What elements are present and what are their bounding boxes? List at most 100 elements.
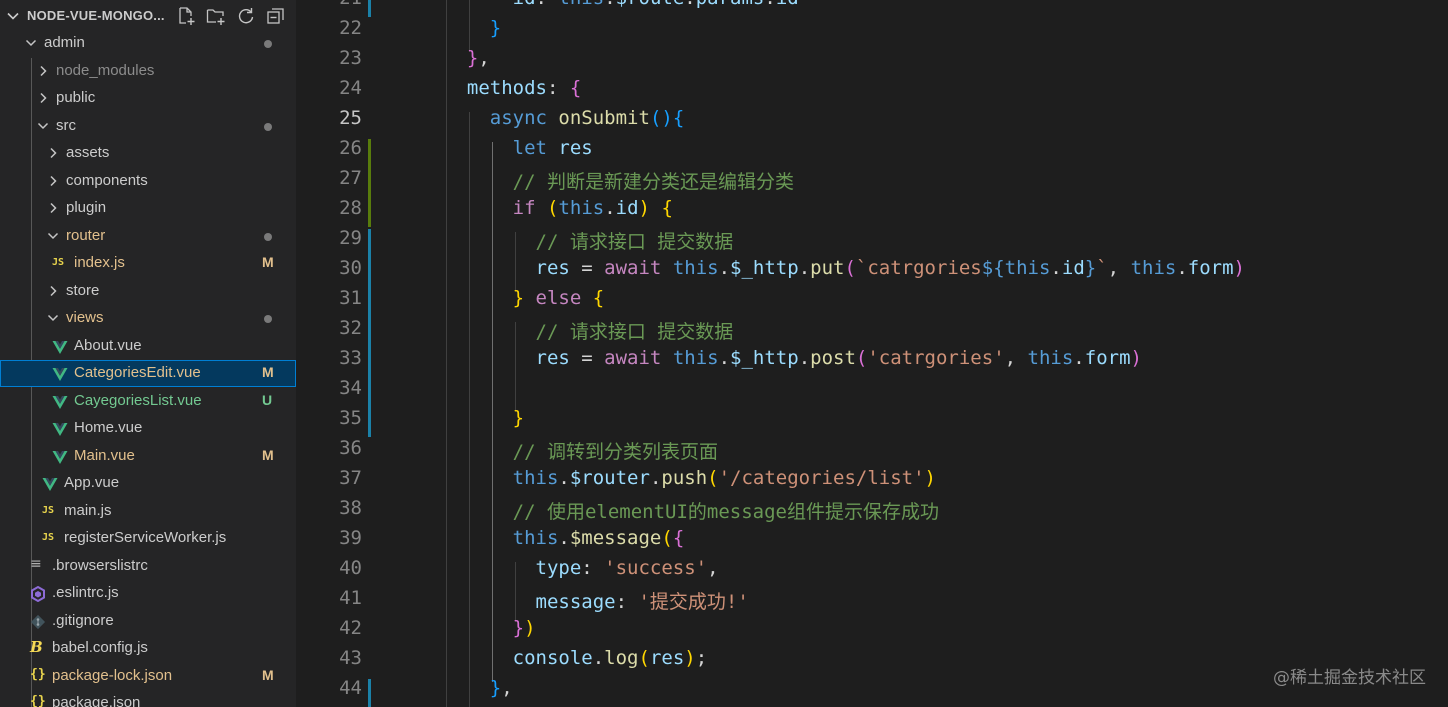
code-line[interactable]: } bbox=[444, 17, 501, 39]
tree-item-router[interactable]: router bbox=[0, 223, 296, 250]
code-token: . bbox=[764, 0, 775, 9]
tree-item-cayegorieslist-vue[interactable]: CayegoriesList.vue U bbox=[0, 388, 296, 415]
new-folder-icon[interactable] bbox=[206, 6, 226, 26]
json-file-icon: {} bbox=[30, 694, 46, 707]
code-token: ( bbox=[638, 647, 650, 669]
code-line[interactable]: message: '提交成功!' bbox=[444, 587, 749, 614]
code-line[interactable]: res = await this.$_http.post('catrgories… bbox=[444, 347, 1142, 369]
code-token: ( bbox=[844, 257, 856, 279]
code-token: put bbox=[810, 257, 845, 279]
tree-item-registerserviceworker-js[interactable]: JS registerServiceWorker.js bbox=[0, 525, 296, 552]
code-token: await bbox=[604, 347, 662, 369]
tree-item-views[interactable]: views bbox=[0, 305, 296, 332]
tree-item-label: src bbox=[56, 116, 76, 134]
tree-item-label: index.js bbox=[74, 254, 125, 271]
code-editor[interactable]: 21 22 23 24 25 26 27 28 29 30 31 32 33 34 35 36 37 38 39 40… bbox=[296, 0, 1448, 707]
git-change-marker bbox=[368, 0, 371, 17]
code-token: '提交成功!' bbox=[638, 591, 749, 613]
code-token: . bbox=[718, 347, 731, 369]
tree-item-package-lock-json[interactable]: {} package-lock.json M bbox=[0, 663, 296, 690]
code-token: } bbox=[489, 677, 502, 699]
code-line[interactable]: // 请求接口 提交数据 bbox=[444, 317, 734, 344]
tree-item-store[interactable]: store bbox=[0, 278, 296, 305]
code-line[interactable]: } bbox=[444, 407, 524, 429]
tree-item-src[interactable]: src bbox=[0, 113, 296, 140]
tree-item-components[interactable]: components bbox=[0, 168, 296, 195]
tree-item-index-js[interactable]: JS index.js M bbox=[0, 250, 296, 277]
code-token: this bbox=[1027, 347, 1074, 369]
new-file-icon[interactable] bbox=[176, 6, 196, 26]
chevron-down-icon[interactable] bbox=[6, 9, 20, 23]
chevron-right-icon[interactable] bbox=[46, 174, 60, 188]
line-number: 38 bbox=[339, 497, 362, 519]
tree-item-main-vue[interactable]: Main.vue M bbox=[0, 443, 296, 470]
code-token: this bbox=[672, 347, 719, 369]
chevron-down-icon[interactable] bbox=[24, 36, 38, 50]
code-token: // 请求接口 提交数据 bbox=[535, 321, 734, 343]
chevron-down-icon[interactable] bbox=[46, 311, 60, 325]
code-token: id bbox=[615, 197, 639, 219]
code-token: ) bbox=[638, 197, 650, 219]
code-line[interactable]: if (this.id) { bbox=[444, 197, 673, 219]
chevron-right-icon[interactable] bbox=[46, 284, 60, 298]
collapse-all-icon[interactable] bbox=[266, 6, 286, 26]
code-token: . bbox=[558, 467, 570, 489]
tree-item-node-modules[interactable]: node_modules bbox=[0, 58, 296, 85]
tree-item-categoriesedit-vue[interactable]: CategoriesEdit.vue M bbox=[0, 360, 296, 387]
explorer-header[interactable]: NODE-VUE-MONGO... bbox=[0, 0, 296, 32]
tree-item-app-vue[interactable]: App.vue bbox=[0, 470, 296, 497]
tree-item-home-vue[interactable]: Home.vue bbox=[0, 415, 296, 442]
code-line[interactable]: methods: { bbox=[444, 77, 581, 99]
code-line[interactable]: // 请求接口 提交数据 bbox=[444, 227, 734, 254]
code-line[interactable]: } else { bbox=[444, 287, 605, 309]
code-line[interactable]: this.$router.push('/categories/list') bbox=[444, 467, 936, 489]
code-line[interactable]: let res bbox=[444, 137, 593, 159]
code-line[interactable]: }, bbox=[444, 677, 513, 699]
code-line[interactable]: }) bbox=[444, 617, 536, 639]
line-number: 35 bbox=[339, 407, 362, 429]
tree-item-package-json[interactable]: {} package.json bbox=[0, 690, 296, 707]
tree-item-gitignore[interactable]: .gitignore bbox=[0, 608, 296, 635]
code-token: $message bbox=[569, 527, 662, 549]
code-line[interactable]: console.log(res); bbox=[444, 647, 708, 669]
code-token: $_http bbox=[730, 347, 799, 369]
code-token: else bbox=[535, 287, 582, 309]
tree-item-admin[interactable]: admin bbox=[0, 30, 296, 57]
code-line[interactable]: // 调转到分类列表页面 bbox=[444, 437, 718, 464]
code-token: ) bbox=[1130, 347, 1142, 369]
tree-item-assets[interactable]: assets bbox=[0, 140, 296, 167]
tree-item-public[interactable]: public bbox=[0, 85, 296, 112]
git-change-marker bbox=[368, 679, 371, 707]
git-status-badge: M bbox=[262, 666, 274, 683]
tree-item-label: assets bbox=[66, 144, 110, 161]
tree-item-browserslistrc[interactable]: ≡ .browserslistrc bbox=[0, 553, 296, 580]
code-line[interactable]: async onSubmit(){ bbox=[444, 107, 685, 129]
chevron-right-icon[interactable] bbox=[46, 201, 60, 215]
tree-item-about-vue[interactable]: About.vue bbox=[0, 333, 296, 360]
refresh-icon[interactable] bbox=[236, 6, 256, 26]
code-line[interactable]: res = await this.$_http.put(`catrgories$… bbox=[444, 257, 1245, 279]
chevron-down-icon[interactable] bbox=[46, 229, 60, 243]
chevron-down-icon[interactable] bbox=[36, 119, 50, 133]
code-line[interactable]: this.$message({ bbox=[444, 527, 685, 549]
tree-item-eslintrc-js[interactable]: .eslintrc.js bbox=[0, 580, 296, 607]
tree-item-label: registerServiceWorker.js bbox=[64, 529, 227, 546]
code-line[interactable]: id: this.$route.params.id bbox=[444, 0, 799, 9]
tree-item-main-js[interactable]: JS main.js bbox=[0, 498, 296, 525]
code-token: } bbox=[489, 17, 502, 39]
code-line[interactable]: // 判断是新建分类还是编辑分类 bbox=[444, 167, 794, 194]
tree-item-plugin[interactable]: plugin bbox=[0, 195, 296, 222]
code-token: . bbox=[649, 467, 662, 489]
code-token: params bbox=[696, 0, 765, 9]
chevron-right-icon[interactable] bbox=[36, 91, 50, 105]
code-line[interactable]: // 使用elementUI的message组件提示保存成功 bbox=[444, 497, 939, 524]
code-line[interactable]: }, bbox=[444, 47, 490, 69]
chevron-right-icon[interactable] bbox=[46, 146, 60, 160]
code-line[interactable]: type: 'success', bbox=[444, 557, 719, 579]
line-number: 23 bbox=[339, 47, 362, 69]
tree-item-babel-config-js[interactable]: Bbabel.config.js bbox=[0, 635, 296, 662]
chevron-right-icon[interactable] bbox=[36, 64, 50, 78]
